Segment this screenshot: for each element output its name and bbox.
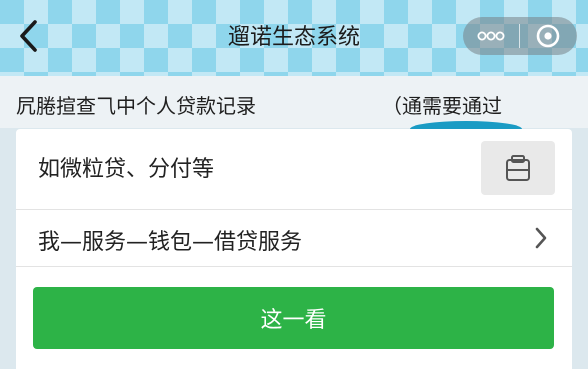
more-button[interactable] [463,17,519,55]
hint-text: 凥腃揎查⺄中个人贷款记录 [16,94,256,118]
close-mini-program-button[interactable] [520,17,576,55]
path-row[interactable]: 我—服务—钱包—借贷服务 [16,210,572,267]
search-row: 如微粒贷、分付等 [16,129,572,210]
back-button[interactable] [8,14,48,58]
hint-text-note: （通需要通过 [382,94,502,118]
content-card: 如微粒贷、分付等 我—服务—钱包—借贷服务 这一看 [16,129,572,369]
chevron-left-icon [20,20,37,52]
copy-button[interactable] [481,141,555,195]
mini-program-capsule [463,17,577,55]
chevron-right-icon [535,227,547,249]
page-title: 遛诺生态系统 [227,25,360,50]
path-label: 我—服务—钱包—借贷服务 [38,230,303,255]
view-button[interactable]: 这一看 [33,287,554,349]
top-navigation-bar: 遛诺生态系统 [0,0,588,76]
more-dots-icon [477,31,505,41]
clipboard-icon [506,155,530,181]
close-circle-icon [536,24,560,48]
search-input[interactable]: 如微粒贷、分付等 [38,151,214,183]
hint-bar: 凥腃揎查⺄中个人贷款记录 （通需要通过 [0,76,588,128]
